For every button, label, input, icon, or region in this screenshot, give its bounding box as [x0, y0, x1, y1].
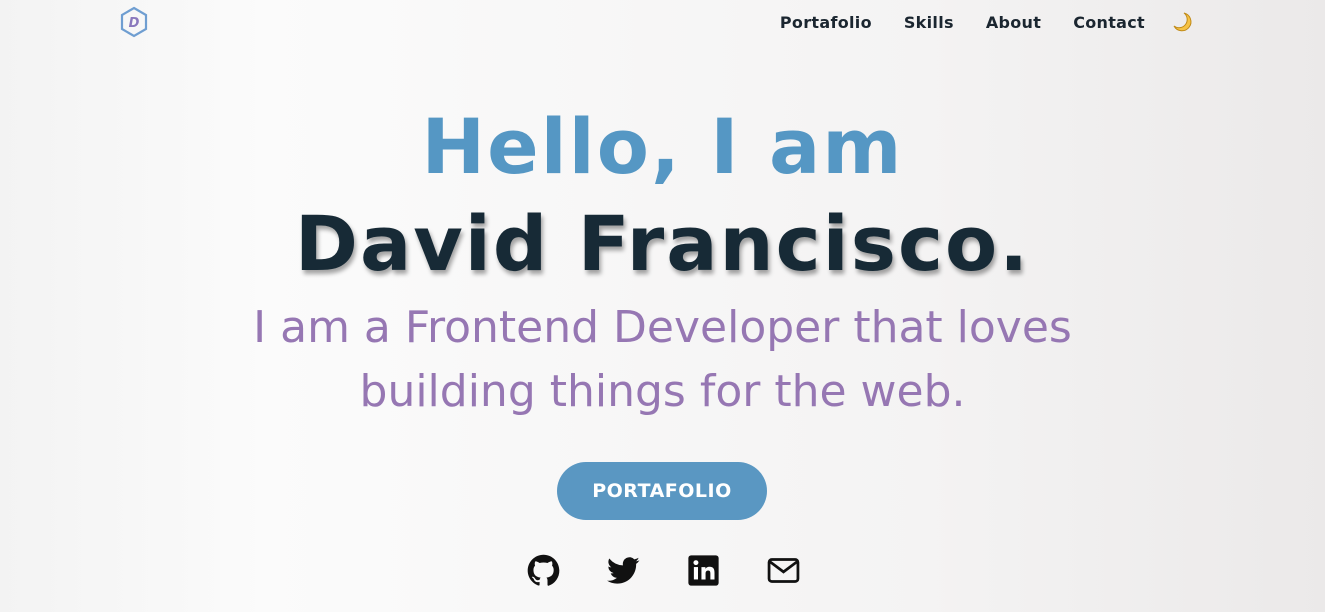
- hero-name: David Francisco.: [294, 199, 1031, 288]
- hero-section: Hello, I am David Francisco. I am a Fron…: [0, 104, 1325, 424]
- top-navbar: D Portafolio Skills About Contact: [0, 0, 1325, 44]
- hexagon-logo-icon: D: [120, 6, 148, 38]
- theme-toggle-button[interactable]: [1171, 11, 1193, 33]
- github-link[interactable]: [527, 554, 560, 587]
- twitter-icon: [607, 557, 640, 584]
- nav-link-skills[interactable]: Skills: [904, 13, 954, 32]
- linkedin-link[interactable]: [687, 554, 720, 587]
- hero-greeting: Hello, I am: [421, 102, 904, 191]
- nav-link-portafolio[interactable]: Portafolio: [780, 13, 872, 32]
- email-link[interactable]: [767, 554, 800, 587]
- social-links: [527, 554, 800, 587]
- linkedin-icon: [688, 555, 719, 586]
- logo-link[interactable]: D: [118, 6, 150, 38]
- twitter-link[interactable]: [607, 554, 640, 587]
- nav-links: Portafolio Skills About Contact: [780, 11, 1193, 33]
- nav-link-about[interactable]: About: [986, 13, 1041, 32]
- mail-icon: [767, 558, 800, 583]
- portafolio-button[interactable]: PORTAFOLIO: [557, 462, 767, 520]
- moon-icon: [1173, 12, 1192, 32]
- github-icon: [527, 554, 560, 586]
- logo-letter: D: [129, 16, 140, 31]
- hero-tagline: I am a Frontend Developer that loves bui…: [253, 302, 1072, 417]
- nav-link-contact[interactable]: Contact: [1073, 13, 1145, 32]
